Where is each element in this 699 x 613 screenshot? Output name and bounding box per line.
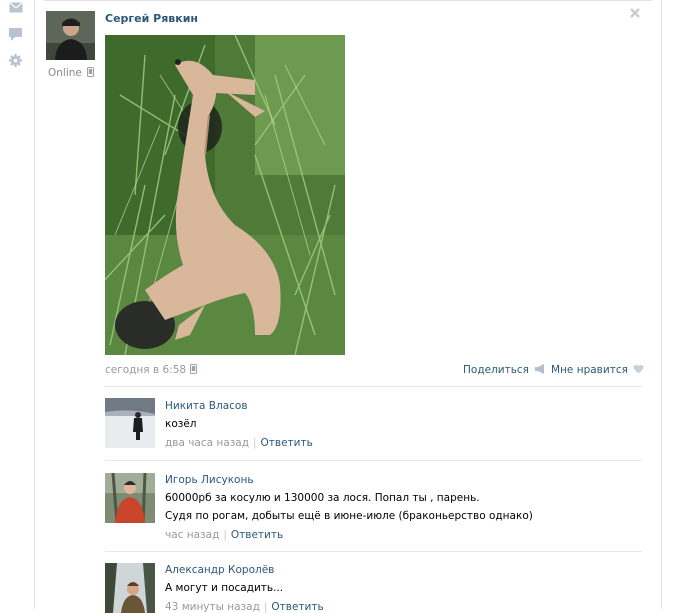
reply-link[interactable]: Ответить (231, 529, 283, 541)
comment-text: 60000рб за косулю и 130000 за лося. Попа… (165, 492, 480, 504)
gear-icon[interactable] (9, 54, 27, 70)
like-button[interactable]: Мне нравится (551, 364, 644, 376)
post-date-label[interactable]: сегодня в 6:58 (105, 364, 186, 376)
mobile-phone-icon (190, 364, 198, 374)
like-label: Мне нравится (551, 364, 628, 376)
comment-time[interactable]: 43 минуты назад (165, 601, 260, 613)
comment-avatar[interactable] (105, 473, 155, 523)
share-label: Поделиться (463, 364, 529, 376)
comment-text: Судя по рогам, добыты ещё в июне-июле (б… (165, 510, 533, 522)
comment-divider (105, 386, 642, 387)
post-photo[interactable] (105, 35, 345, 355)
close-icon[interactable] (629, 7, 643, 21)
online-label: Online (48, 67, 82, 79)
comment-author[interactable]: Игорь Лисуконь (165, 474, 254, 486)
comment-meta: 43 минуты назад | Ответить (165, 601, 324, 613)
meta-separator: | (223, 529, 227, 541)
reply-link[interactable]: Ответить (261, 437, 313, 449)
comment-text: А могут и посадить... (165, 582, 284, 594)
panel-divider (44, 0, 652, 1)
author-avatar[interactable] (46, 11, 95, 60)
online-status: Online (48, 67, 95, 79)
comment-avatar[interactable] (105, 563, 155, 613)
chat-bubble-icon[interactable] (9, 28, 27, 44)
reply-link[interactable]: Ответить (271, 601, 323, 613)
share-button[interactable]: Поделиться (463, 364, 546, 376)
comment-meta: час назад | Ответить (165, 529, 283, 541)
comment-meta: два часа назад | Ответить (165, 437, 313, 449)
meta-separator: | (252, 437, 257, 449)
meta-separator: | (263, 601, 268, 613)
comment-divider (105, 460, 642, 461)
comment-author[interactable]: Александр Королёв (165, 564, 274, 576)
comment-time[interactable]: два часа назад (165, 437, 249, 449)
comment-avatar[interactable] (105, 398, 155, 448)
comment-time[interactable]: час назад (165, 529, 219, 541)
mail-icon[interactable] (9, 2, 27, 18)
comment-author[interactable]: Никита Власов (165, 400, 248, 412)
mobile-phone-icon (87, 67, 95, 77)
comment-divider (105, 551, 642, 552)
post-date: сегодня в 6:58 (105, 364, 198, 376)
comment-text: козёл (165, 418, 197, 430)
heart-icon (633, 364, 644, 374)
author-name[interactable]: Сергей Рявкин (105, 12, 198, 25)
megaphone-icon (535, 364, 545, 374)
